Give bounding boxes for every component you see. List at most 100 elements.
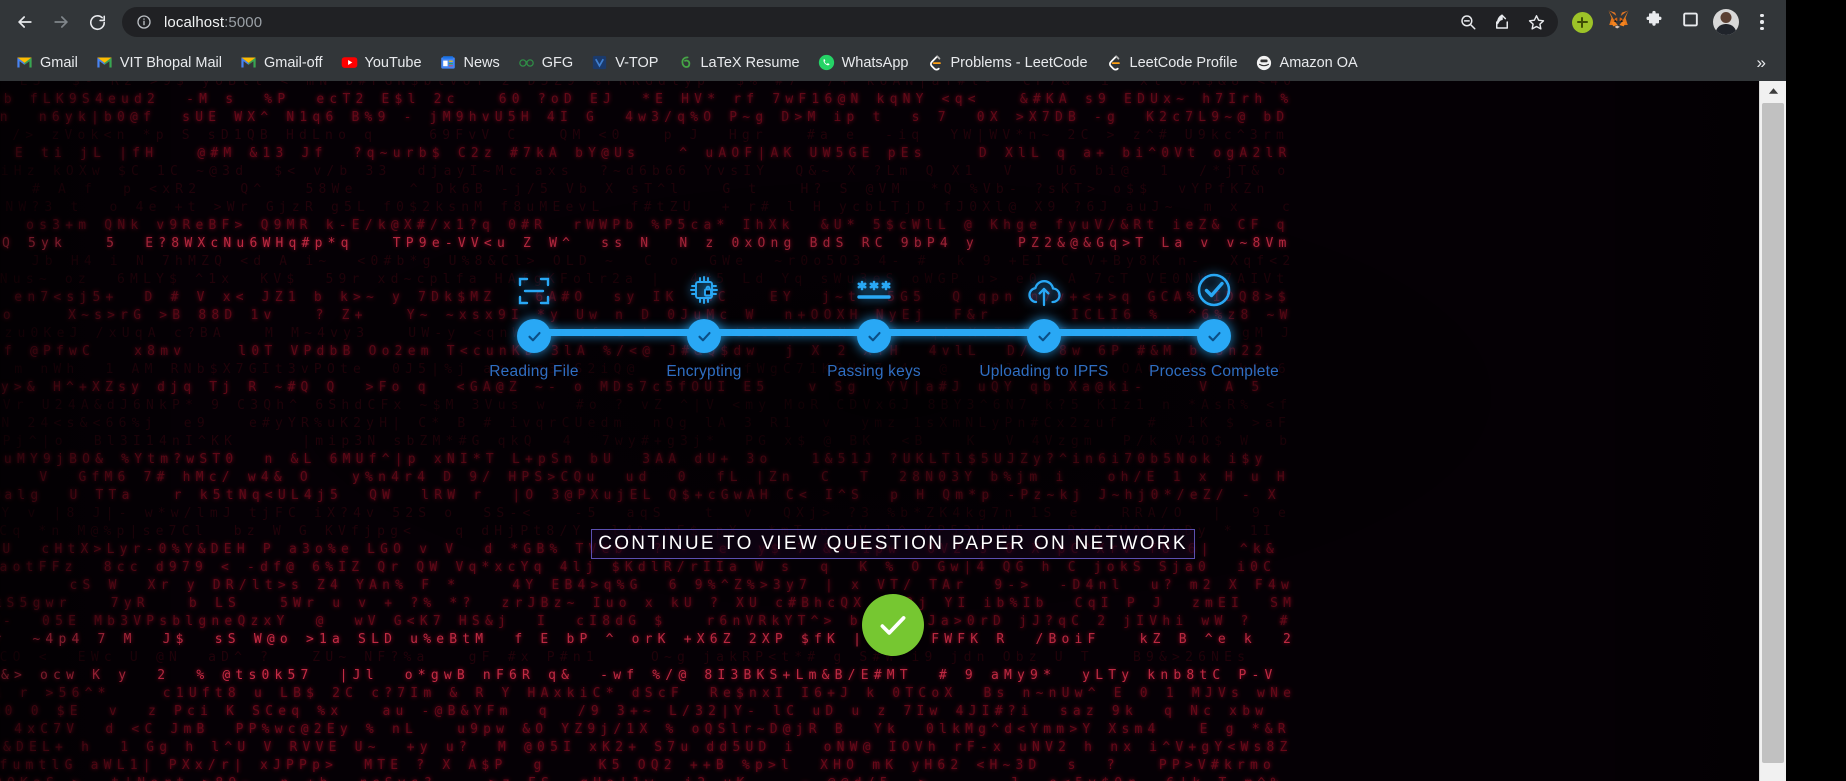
browser-toolbar: localhost:5000: [0, 0, 1786, 44]
step-dot: [517, 319, 551, 353]
step-dot: [687, 319, 721, 353]
bookmark-label: V-TOP: [615, 54, 659, 71]
bookmark-news[interactable]: News: [432, 50, 508, 75]
bookmark-amazon-oa[interactable]: Amazon OA: [1248, 50, 1366, 75]
extension-green-button[interactable]: [1566, 6, 1598, 38]
profile-button[interactable]: [1710, 6, 1742, 38]
vtop-icon: [591, 54, 608, 71]
side-panel-icon: [1681, 10, 1700, 34]
bookmark-star-icon[interactable]: [1524, 10, 1548, 34]
google-news-icon: [440, 54, 457, 71]
bookmark-gmail[interactable]: Gmail: [8, 50, 86, 75]
back-arrow-icon: [15, 12, 35, 32]
reload-icon: [88, 13, 107, 32]
leetcode-icon: [1106, 54, 1123, 71]
step-uploading-to-ipfs[interactable]: Uploading to IPFS: [969, 261, 1119, 381]
url-text: localhost:5000: [164, 14, 1456, 31]
side-panel-button[interactable]: [1674, 6, 1706, 38]
cloud-upload-icon: [969, 261, 1119, 309]
bookmark-label: News: [463, 54, 500, 71]
screen-right-margin: [1786, 0, 1846, 781]
upload-progress-stepper: Reading File Encrypting Passing keys Upl…: [489, 261, 1279, 401]
metamask-button[interactable]: [1602, 6, 1634, 38]
page-viewport: E3 ^$-^R2 >9$ yoBll < mN b#FGN$blv6Y 2 D…: [0, 81, 1786, 781]
bookmark-label: Gmail: [40, 54, 78, 71]
whatsapp-icon: [818, 54, 835, 71]
microchip-lock-icon: [629, 261, 779, 309]
bookmark-label: GFG: [541, 54, 574, 71]
bookmark-vit-bhopal-mail[interactable]: VIT Bhopal Mail: [88, 50, 230, 75]
geeksforgeeks-icon: [518, 54, 535, 71]
step-dot: [857, 319, 891, 353]
bookmark-label: Gmail-off: [263, 54, 323, 71]
bookmarks-bar: Gmail VIT Bhopal Mail Gmail-off YouTube …: [0, 44, 1786, 81]
url-port: :5000: [224, 13, 263, 31]
step-label: Uploading to IPFS: [979, 363, 1109, 380]
bookmark-label: Problems - LeetCode: [950, 54, 1088, 71]
step-process-complete[interactable]: Process Complete: [1139, 261, 1289, 381]
bookmark-label: LeetCode Profile: [1129, 54, 1238, 71]
avatar-head: [1720, 12, 1732, 23]
chrome-menu-icon: [1760, 13, 1764, 31]
scrollbar-thumb[interactable]: [1762, 103, 1784, 763]
leetcode-icon: [927, 54, 944, 71]
chrome-menu-button[interactable]: [1746, 6, 1778, 38]
bookmarks-overflow-button[interactable]: »: [1745, 51, 1778, 75]
extensions-puzzle-icon: [1644, 10, 1664, 35]
youtube-icon: [341, 54, 358, 71]
zoom-out-icon[interactable]: [1456, 10, 1480, 34]
back-button[interactable]: [8, 5, 42, 39]
gmail-icon: [96, 54, 113, 71]
step-encrypting[interactable]: Encrypting: [629, 261, 779, 381]
bookmark-whatsapp[interactable]: WhatsApp: [810, 50, 917, 75]
bookmark-problems-leetcode[interactable]: Problems - LeetCode: [919, 50, 1096, 75]
extensions-button[interactable]: [1638, 6, 1670, 38]
reload-button[interactable]: [80, 5, 114, 39]
bookmark-label: Amazon OA: [1279, 54, 1358, 71]
bookmark-label: WhatsApp: [841, 54, 909, 71]
bookmark-label: LaTeX Resume: [700, 54, 800, 71]
scan-file-icon: [459, 261, 609, 309]
bookmark-label: VIT Bhopal Mail: [119, 54, 222, 71]
scroll-up-arrow-icon[interactable]: [1760, 81, 1786, 101]
page-scrollbar[interactable]: [1759, 81, 1786, 781]
step-dot: [1027, 319, 1061, 353]
step-reading-file[interactable]: Reading File: [459, 261, 609, 381]
step-label: Process Complete: [1149, 363, 1279, 380]
continue-button[interactable]: [862, 594, 924, 656]
step-label: Reading File: [489, 363, 579, 380]
extension-green-icon: [1571, 11, 1593, 33]
omnibox-actions: [1456, 10, 1548, 34]
bookmark-gmail-off[interactable]: Gmail-off: [232, 50, 331, 75]
bookmark-youtube[interactable]: YouTube: [333, 50, 430, 75]
matrix-rain-background: E3 ^$-^R2 >9$ yoBll < mN b#FGN$blv6Y 2 D…: [0, 81, 1786, 781]
url-host: localhost: [164, 13, 225, 31]
bookmark-label: YouTube: [364, 54, 422, 71]
overleaf-icon: [676, 54, 693, 71]
amazon-oa-icon: [1256, 54, 1273, 71]
address-bar[interactable]: localhost:5000: [122, 7, 1558, 37]
gmail-icon: [16, 54, 33, 71]
step-label: Passing keys: [827, 363, 921, 380]
bookmark-leetcode-profile[interactable]: LeetCode Profile: [1098, 50, 1246, 75]
forward-button[interactable]: [44, 5, 78, 39]
bookmark-latex-resume[interactable]: LaTeX Resume: [668, 50, 807, 75]
bookmark-vtop[interactable]: V-TOP: [583, 50, 666, 75]
avatar-body: [1715, 24, 1737, 35]
browser-chrome: localhost:5000 Gmail VIT Bhopal Mail Gma…: [0, 0, 1786, 81]
share-icon[interactable]: [1490, 10, 1514, 34]
check-circle-icon: [1139, 261, 1289, 309]
cta-text: CONTINUE TO VIEW QUESTION PAPER ON NETWO…: [591, 529, 1195, 559]
bookmark-gfg[interactable]: GFG: [510, 50, 581, 75]
browser-window: localhost:5000 Gmail VIT Bhopal Mail Gma…: [0, 0, 1786, 781]
toolbar-extensions: [1566, 6, 1778, 38]
cta-container: CONTINUE TO VIEW QUESTION PAPER ON NETWO…: [0, 529, 1786, 559]
profile-avatar: [1713, 9, 1739, 35]
site-info-icon[interactable]: [134, 12, 154, 32]
gmail-icon: [240, 54, 257, 71]
forward-arrow-icon: [51, 12, 71, 32]
password-asterisks-icon: [799, 261, 949, 309]
step-dot: [1197, 319, 1231, 353]
step-label: Encrypting: [666, 363, 742, 380]
step-passing-keys[interactable]: Passing keys: [799, 261, 949, 381]
